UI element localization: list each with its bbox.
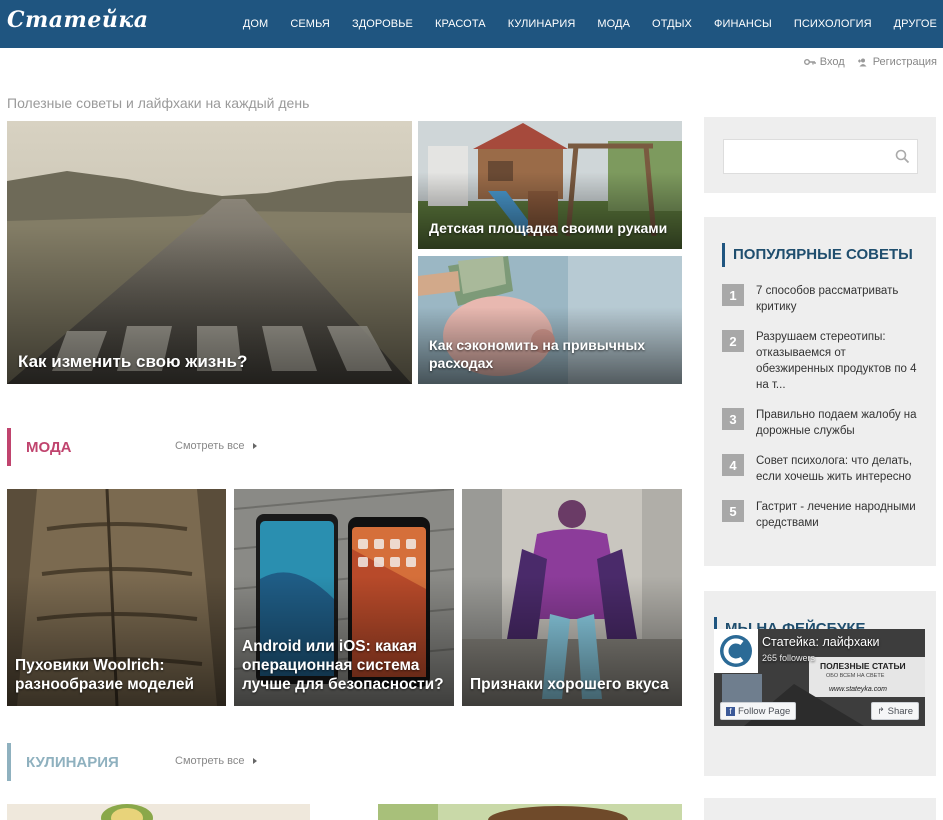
see-all-link[interactable]: Смотреть все [175, 755, 258, 767]
login-link[interactable]: Вход [803, 56, 845, 68]
section-header-fashion: Мода Смотреть все [7, 428, 687, 466]
post-title: Пуховики Woolrich: разнообразие моделей [15, 657, 195, 693]
sidebar-widget [704, 798, 936, 820]
cooking-post-2[interactable] [378, 804, 682, 820]
popular-link[interactable]: 7 способов рассматривать критику [756, 283, 922, 315]
nav-item-rest[interactable]: Отдых [652, 18, 692, 30]
main-nav: Дом Семья Здоровье Красота Кулинария Мод… [221, 0, 937, 48]
popular-widget: Популярные советы 1 7 способов рассматри… [704, 217, 936, 566]
list-item[interactable]: 3 Правильно подаем жалобу на дорожные сл… [722, 407, 922, 439]
site-logo[interactable]: Статейка [7, 7, 148, 33]
nav-item-health[interactable]: Здоровье [352, 18, 413, 30]
fashion-post-1[interactable]: Пуховики Woolrich: разнообразие моделей [7, 489, 226, 706]
rank-badge: 5 [722, 500, 744, 522]
nav-item-fashion[interactable]: Мода [597, 18, 630, 30]
section-accent-bar [7, 428, 11, 466]
share-label: Share [887, 705, 913, 717]
post-image-food [378, 804, 682, 820]
section-title[interactable]: Мода [26, 439, 71, 456]
featured-post-2[interactable]: Детская площадка своими руками [418, 121, 682, 249]
facebook-icon: f [726, 706, 735, 716]
section-title[interactable]: Кулинария [26, 754, 119, 771]
section-accent-bar [7, 743, 11, 781]
facebook-banner-text: ПОЛЕЗНЫЕ СТАТЬИ [820, 661, 906, 671]
popular-link[interactable]: Гастрит - лечение народными средствами [756, 499, 922, 531]
list-item[interactable]: 1 7 способов рассматривать критику [722, 283, 922, 315]
follow-page-label: Follow Page [738, 705, 791, 717]
register-link[interactable]: Регистрация [857, 56, 937, 68]
nav-item-psychology[interactable]: Психология [794, 18, 872, 30]
see-all-link[interactable]: Смотреть все [175, 440, 258, 452]
popular-link[interactable]: Совет психолога: что делать, если хочешь… [756, 453, 922, 485]
search-icon[interactable] [895, 149, 910, 164]
rank-badge: 4 [722, 454, 744, 476]
see-all-label: Смотреть все [175, 440, 245, 452]
list-item[interactable]: 4 Совет психолога: что делать, если хоче… [722, 453, 922, 485]
fashion-post-2[interactable]: Android или iOS: какая операционная сист… [234, 489, 454, 706]
share-icon: ↱ [877, 705, 885, 716]
post-title: Признаки хорошего вкуса [470, 676, 669, 693]
facebook-followers: 265 followers [762, 653, 816, 663]
fashion-post-3[interactable]: Признаки хорошего вкуса [462, 489, 682, 706]
nav-item-home[interactable]: Дом [243, 18, 268, 30]
see-all-label: Смотреть все [175, 755, 245, 767]
login-label: Вход [819, 56, 845, 68]
search-input[interactable] [723, 139, 918, 174]
site-header: Статейка Дом Семья Здоровье Красота Кули… [0, 0, 943, 48]
auth-links: Вход Регистрация [792, 56, 937, 68]
nav-item-family[interactable]: Семья [290, 18, 330, 30]
featured-title: Как изменить свою жизнь? [18, 352, 248, 371]
key-icon [803, 59, 816, 65]
chevron-right-icon [253, 758, 258, 764]
list-item[interactable]: 5 Гастрит - лечение народными средствами [722, 499, 922, 531]
share-button[interactable]: ↱ Share [871, 702, 919, 720]
popular-title: Популярные советы [722, 243, 913, 267]
site-tagline: Полезные советы и лайфхаки на каждый ден… [7, 95, 310, 111]
register-label: Регистрация [872, 56, 937, 68]
facebook-page-name[interactable]: Статейка: лайфхаки [762, 635, 879, 649]
facebook-widget: Мы на фейсбуке Статейка: лайфхаки 265 fo… [704, 591, 936, 776]
featured-post-1[interactable]: Как изменить свою жизнь? [7, 121, 412, 384]
rank-badge: 2 [722, 330, 744, 352]
follow-page-button[interactable]: f Follow Page [720, 702, 797, 720]
section-header-cooking: Кулинария Смотреть все [7, 743, 687, 781]
post-image-food [7, 804, 310, 820]
nav-item-finance[interactable]: Финансы [714, 18, 772, 30]
cooking-post-1[interactable] [7, 804, 310, 820]
rank-badge: 1 [722, 284, 744, 306]
list-item[interactable]: 2 Разрушаем стереотипы: отказываемся от … [722, 329, 922, 393]
post-title: Android или iOS: какая операционная сист… [242, 638, 444, 693]
search-widget [704, 117, 936, 193]
nav-item-beauty[interactable]: Красота [435, 18, 486, 30]
facebook-banner-url: www.stateyka.com [829, 686, 887, 693]
chevron-right-icon [253, 443, 258, 449]
nav-item-other[interactable]: Другое [894, 18, 937, 30]
popular-link[interactable]: Разрушаем стереотипы: отказываемся от об… [756, 329, 922, 393]
facebook-page-plugin[interactable]: Статейка: лайфхаки 265 followers ПОЛЕЗНЫ… [714, 629, 925, 726]
featured-title: Как сэкономить на привычных расходах [429, 337, 646, 371]
popular-list: 1 7 способов рассматривать критику 2 Раз… [722, 283, 922, 545]
rank-badge: 3 [722, 408, 744, 430]
popular-link[interactable]: Правильно подаем жалобу на дорожные служ… [756, 407, 922, 439]
facebook-banner-subtext: ОБО ВСЕМ НА СВЕТЕ [826, 673, 885, 679]
featured-post-3[interactable]: Как сэкономить на привычных расходах [418, 256, 682, 384]
add-user-icon [857, 58, 867, 66]
nav-item-cooking[interactable]: Кулинария [508, 18, 576, 30]
featured-title: Детская площадка своими руками [429, 220, 668, 236]
